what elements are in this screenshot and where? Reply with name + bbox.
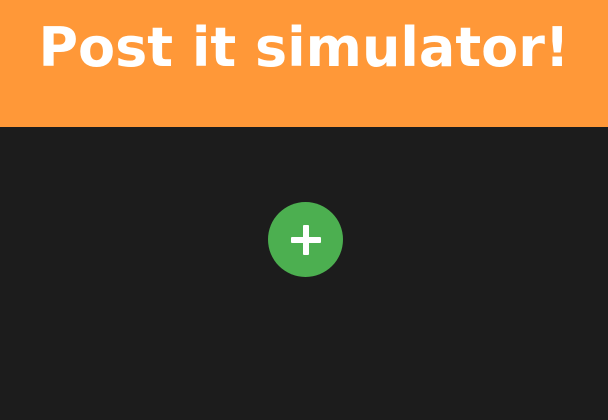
plus-icon	[290, 224, 321, 255]
add-post-it-button[interactable]	[268, 202, 343, 277]
post-it-simulator-app: Post it simulator!	[0, 0, 608, 420]
app-header: Post it simulator!	[0, 0, 608, 127]
post-it-board	[0, 127, 608, 420]
page-title: Post it simulator!	[38, 15, 570, 79]
